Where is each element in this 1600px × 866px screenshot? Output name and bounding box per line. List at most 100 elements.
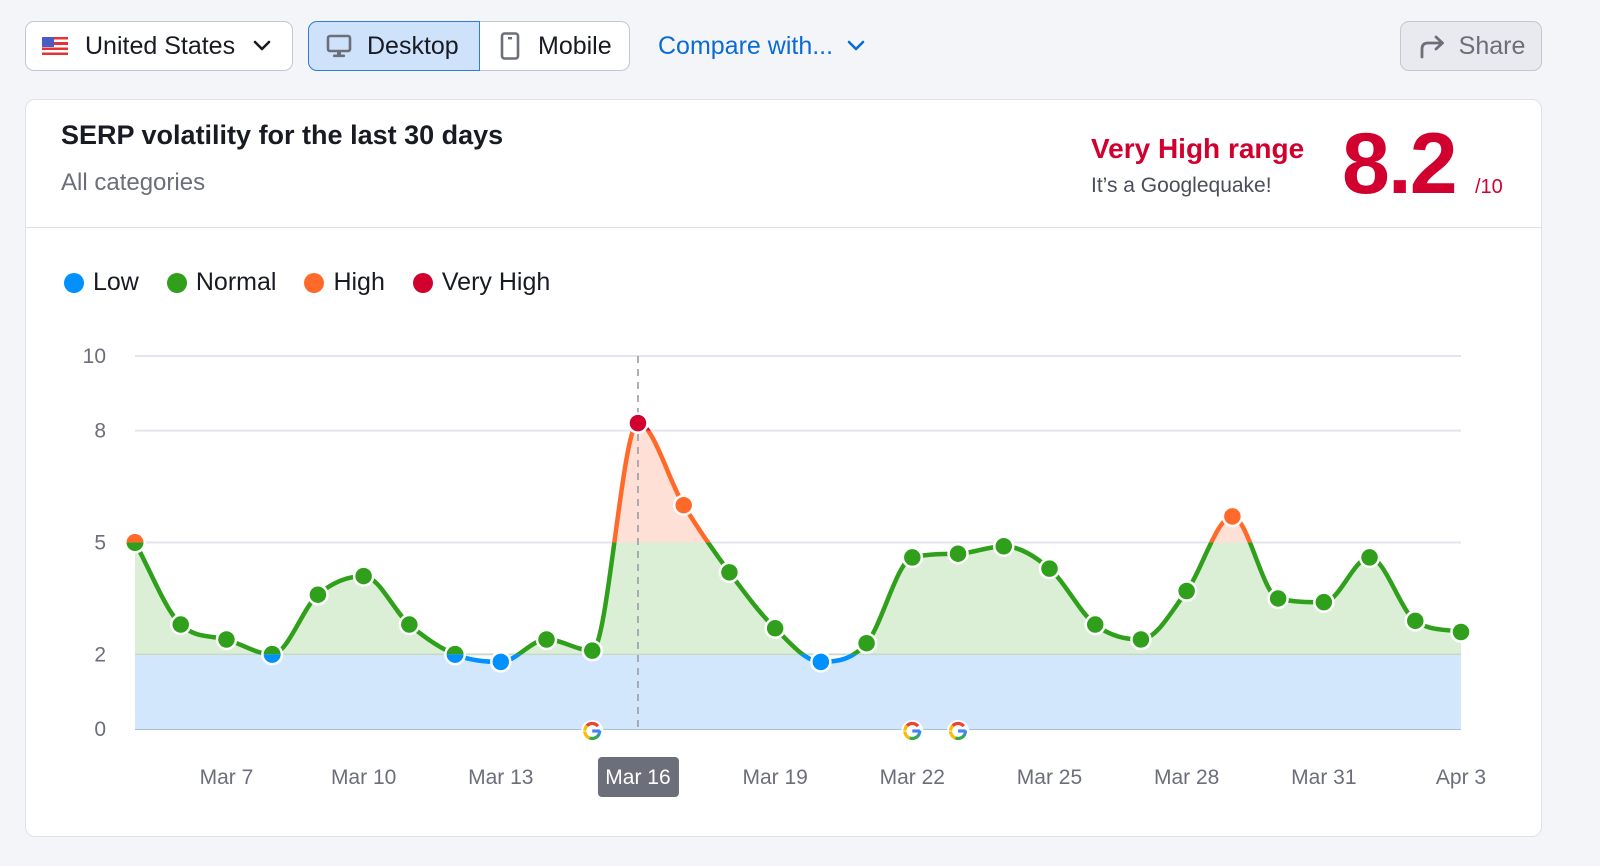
mobile-icon — [496, 32, 524, 60]
data-point[interactable] — [901, 546, 924, 569]
category-label: All categories — [61, 169, 206, 196]
point-marker — [1084, 613, 1106, 636]
data-point[interactable] — [764, 617, 786, 640]
share-arrow-icon — [1417, 31, 1447, 61]
data-point[interactable] — [1130, 628, 1152, 651]
chevron-down-icon — [251, 35, 273, 57]
point-marker — [993, 535, 1015, 557]
google-update-icon[interactable] — [947, 720, 970, 742]
point-marker — [764, 617, 786, 640]
country-label: United States — [85, 31, 236, 60]
point-marker — [1267, 587, 1289, 610]
card-title: SERP volatility for the last 30 days — [61, 120, 504, 150]
point-marker — [627, 412, 649, 434]
point-marker — [398, 613, 421, 636]
point-marker — [1221, 505, 1244, 528]
legend-item-high[interactable]: High — [304, 268, 385, 297]
data-point[interactable] — [1404, 610, 1427, 632]
point-marker — [307, 583, 329, 606]
data-point[interactable] — [627, 412, 649, 434]
data-point[interactable] — [855, 632, 878, 654]
point-marker — [1175, 580, 1198, 602]
data-point[interactable] — [352, 565, 375, 587]
range-label: Very High range — [1091, 133, 1305, 164]
share-label: Share — [1458, 31, 1526, 60]
point-marker — [1313, 591, 1335, 613]
data-point[interactable] — [993, 535, 1015, 557]
point-marker — [1038, 557, 1061, 580]
data-point[interactable] — [215, 628, 238, 651]
data-point[interactable] — [490, 651, 512, 673]
google-icon-bar — [592, 729, 600, 733]
point-marker — [947, 542, 969, 565]
data-point[interactable] — [1358, 546, 1381, 569]
google-update-icon[interactable] — [581, 720, 604, 742]
desktop-icon — [325, 32, 353, 60]
data-point[interactable] — [1038, 557, 1061, 580]
volatility-score: 8.2 — [1342, 116, 1458, 212]
data-point[interactable] — [718, 561, 741, 584]
point-marker — [581, 639, 603, 662]
legend-dot-low — [64, 272, 84, 293]
data-point[interactable] — [444, 643, 467, 666]
legend-item-normal[interactable]: Normal — [166, 268, 277, 297]
data-point[interactable] — [307, 583, 329, 606]
score-max: /10 — [1475, 176, 1503, 198]
chevron-down-icon — [845, 35, 867, 57]
toolbar: United States Desktop Mobile Compare wit… — [25, 21, 1542, 71]
data-point[interactable] — [672, 494, 695, 516]
point-marker — [672, 494, 695, 516]
device-option-mobile[interactable]: Mobile — [480, 21, 630, 71]
legend-label: Low — [93, 268, 139, 296]
data-point[interactable] — [1267, 587, 1289, 610]
data-point[interactable] — [947, 542, 969, 565]
google-update-icon[interactable] — [901, 720, 924, 742]
data-point[interactable] — [398, 613, 421, 636]
point-marker — [169, 613, 192, 636]
point-marker — [855, 632, 878, 654]
legend-dot-very-high — [412, 272, 433, 293]
point-marker — [352, 565, 375, 587]
data-point[interactable] — [1313, 591, 1335, 613]
point-marker — [901, 546, 924, 569]
point-marker — [535, 628, 558, 651]
point-marker — [1450, 621, 1472, 643]
data-point[interactable] — [169, 613, 192, 636]
compare-with-dropdown[interactable]: Compare with... — [658, 21, 867, 71]
range-description: It’s a Googlequake! — [1091, 174, 1272, 197]
data-point[interactable] — [1084, 613, 1106, 636]
device-toggle: Desktop Mobile — [308, 21, 630, 71]
point-marker — [1404, 610, 1427, 632]
point-marker — [810, 651, 832, 673]
compare-label: Compare with... — [658, 31, 834, 60]
google-icon-bar — [958, 729, 966, 733]
point-marker — [1130, 628, 1152, 651]
data-point[interactable] — [1450, 621, 1472, 643]
share-button[interactable]: Share — [1400, 21, 1542, 71]
point-marker — [1358, 546, 1381, 569]
google-icon-bar — [912, 729, 920, 733]
point-marker — [718, 561, 741, 584]
legend-dot-high — [304, 272, 325, 293]
us-flag-icon — [42, 37, 68, 55]
data-point[interactable] — [810, 651, 832, 673]
legend-label: High — [333, 268, 385, 296]
data-point[interactable] — [535, 628, 558, 651]
data-point[interactable] — [1175, 580, 1198, 602]
legend-item-low[interactable]: Low — [64, 268, 139, 297]
data-point[interactable] — [124, 531, 146, 554]
point-marker — [490, 651, 512, 673]
legend-item-very-high[interactable]: Very High — [412, 268, 550, 297]
device-label: Mobile — [538, 31, 612, 60]
device-label: Desktop — [367, 31, 459, 60]
data-point[interactable] — [581, 639, 603, 662]
point-marker — [215, 628, 238, 651]
volatility-card: SERP volatility for the last 30 days All… — [25, 99, 1542, 837]
card-header: SERP volatility for the last 30 days All… — [26, 100, 1541, 228]
device-option-desktop[interactable]: Desktop — [308, 21, 480, 71]
data-point[interactable] — [261, 643, 284, 666]
legend-dot-normal — [166, 272, 187, 293]
data-point[interactable] — [1221, 505, 1244, 528]
country-select[interactable]: United States — [25, 21, 293, 71]
legend-label: Normal — [195, 268, 277, 296]
